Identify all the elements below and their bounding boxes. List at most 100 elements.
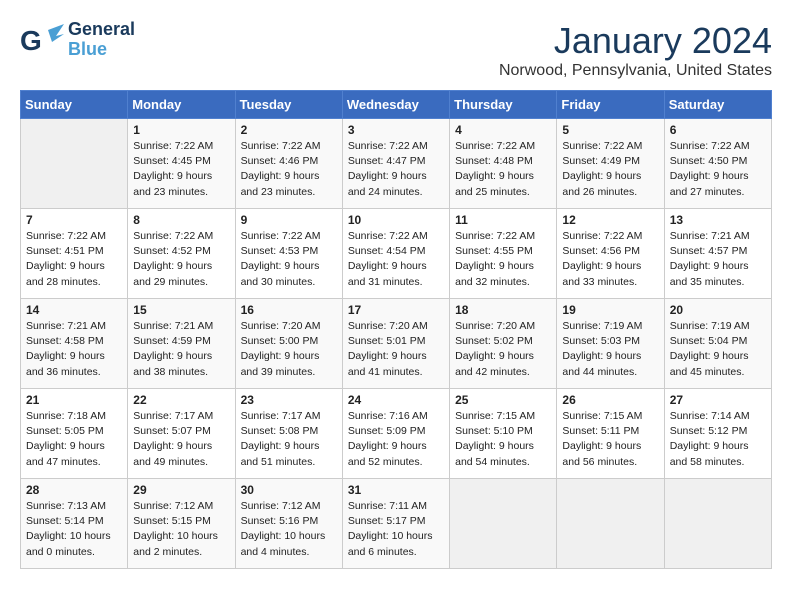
- day-info: Sunrise: 7:22 AM Sunset: 4:53 PM Dayligh…: [241, 229, 337, 290]
- calendar-cell: 28 Sunrise: 7:13 AM Sunset: 5:14 PM Dayli…: [21, 479, 128, 569]
- day-info: Sunrise: 7:13 AM Sunset: 5:14 PM Dayligh…: [26, 499, 122, 560]
- calendar-cell: 27 Sunrise: 7:14 AM Sunset: 5:12 PM Dayli…: [664, 389, 771, 479]
- calendar-cell: 30 Sunrise: 7:12 AM Sunset: 5:16 PM Dayli…: [235, 479, 342, 569]
- weekday-header-wednesday: Wednesday: [342, 91, 449, 119]
- calendar-header: SundayMondayTuesdayWednesdayThursdayFrid…: [21, 91, 772, 119]
- day-number: 3: [348, 123, 444, 137]
- calendar-cell: 4 Sunrise: 7:22 AM Sunset: 4:48 PM Daylig…: [450, 119, 557, 209]
- day-info: Sunrise: 7:21 AM Sunset: 4:58 PM Dayligh…: [26, 319, 122, 380]
- calendar-cell: 17 Sunrise: 7:20 AM Sunset: 5:01 PM Dayli…: [342, 299, 449, 389]
- day-number: 28: [26, 483, 122, 497]
- day-info: Sunrise: 7:15 AM Sunset: 5:10 PM Dayligh…: [455, 409, 551, 470]
- calendar-cell: 1 Sunrise: 7:22 AM Sunset: 4:45 PM Daylig…: [128, 119, 235, 209]
- day-number: 18: [455, 303, 551, 317]
- day-info: Sunrise: 7:22 AM Sunset: 4:47 PM Dayligh…: [348, 139, 444, 200]
- day-info: Sunrise: 7:22 AM Sunset: 4:50 PM Dayligh…: [670, 139, 766, 200]
- calendar-cell: 14 Sunrise: 7:21 AM Sunset: 4:58 PM Dayli…: [21, 299, 128, 389]
- weekday-header-friday: Friday: [557, 91, 664, 119]
- day-info: Sunrise: 7:11 AM Sunset: 5:17 PM Dayligh…: [348, 499, 444, 560]
- calendar-week-row: 1 Sunrise: 7:22 AM Sunset: 4:45 PM Daylig…: [21, 119, 772, 209]
- calendar-cell: 8Sunrise: 7:22 AM Sunset: 4:52 PM Daylig…: [128, 209, 235, 299]
- day-number: 11: [455, 213, 551, 227]
- day-info: Sunrise: 7:20 AM Sunset: 5:02 PM Dayligh…: [455, 319, 551, 380]
- calendar-cell: [450, 479, 557, 569]
- calendar-cell: 3 Sunrise: 7:22 AM Sunset: 4:47 PM Daylig…: [342, 119, 449, 209]
- calendar-cell: 21Sunrise: 7:18 AM Sunset: 5:05 PM Dayli…: [21, 389, 128, 479]
- day-info: Sunrise: 7:20 AM Sunset: 5:00 PM Dayligh…: [241, 319, 337, 380]
- calendar-cell: 6 Sunrise: 7:22 AM Sunset: 4:50 PM Daylig…: [664, 119, 771, 209]
- weekday-header-tuesday: Tuesday: [235, 91, 342, 119]
- day-info: Sunrise: 7:14 AM Sunset: 5:12 PM Dayligh…: [670, 409, 766, 470]
- title-block: January 2024 Norwood, Pennsylvania, Unit…: [499, 20, 772, 80]
- day-number: 5: [562, 123, 658, 137]
- day-info: Sunrise: 7:12 AM Sunset: 5:15 PM Dayligh…: [133, 499, 229, 560]
- page-header: G General Blue January 2024 Norwood, Pen…: [20, 20, 772, 80]
- day-info: Sunrise: 7:22 AM Sunset: 4:54 PM Dayligh…: [348, 229, 444, 290]
- calendar-cell: 10Sunrise: 7:22 AM Sunset: 4:54 PM Dayli…: [342, 209, 449, 299]
- day-number: 17: [348, 303, 444, 317]
- day-info: Sunrise: 7:21 AM Sunset: 4:59 PM Dayligh…: [133, 319, 229, 380]
- day-number: 26: [562, 393, 658, 407]
- calendar-cell: 19Sunrise: 7:19 AM Sunset: 5:03 PM Dayli…: [557, 299, 664, 389]
- calendar-cell: [664, 479, 771, 569]
- calendar-cell: 9 Sunrise: 7:22 AM Sunset: 4:53 PM Daylig…: [235, 209, 342, 299]
- day-info: Sunrise: 7:22 AM Sunset: 4:56 PM Dayligh…: [562, 229, 658, 290]
- day-number: 22: [133, 393, 229, 407]
- day-info: Sunrise: 7:18 AM Sunset: 5:05 PM Dayligh…: [26, 409, 122, 470]
- day-number: 2: [241, 123, 337, 137]
- day-info: Sunrise: 7:22 AM Sunset: 4:48 PM Dayligh…: [455, 139, 551, 200]
- day-info: Sunrise: 7:20 AM Sunset: 5:01 PM Dayligh…: [348, 319, 444, 380]
- day-number: 27: [670, 393, 766, 407]
- day-info: Sunrise: 7:12 AM Sunset: 5:16 PM Dayligh…: [241, 499, 337, 560]
- day-number: 16: [241, 303, 337, 317]
- calendar-cell: 23Sunrise: 7:17 AM Sunset: 5:08 PM Dayli…: [235, 389, 342, 479]
- day-info: Sunrise: 7:22 AM Sunset: 4:45 PM Dayligh…: [133, 139, 229, 200]
- calendar-week-row: 7Sunrise: 7:22 AM Sunset: 4:51 PM Daylig…: [21, 209, 772, 299]
- day-number: 14: [26, 303, 122, 317]
- day-info: Sunrise: 7:17 AM Sunset: 5:08 PM Dayligh…: [241, 409, 337, 470]
- day-info: Sunrise: 7:21 AM Sunset: 4:57 PM Dayligh…: [670, 229, 766, 290]
- day-number: 15: [133, 303, 229, 317]
- weekday-header-thursday: Thursday: [450, 91, 557, 119]
- weekday-header-sunday: Sunday: [21, 91, 128, 119]
- calendar-body: 1 Sunrise: 7:22 AM Sunset: 4:45 PM Daylig…: [21, 119, 772, 569]
- day-number: 24: [348, 393, 444, 407]
- day-number: 20: [670, 303, 766, 317]
- day-info: Sunrise: 7:22 AM Sunset: 4:49 PM Dayligh…: [562, 139, 658, 200]
- calendar-cell: 12Sunrise: 7:22 AM Sunset: 4:56 PM Dayli…: [557, 209, 664, 299]
- calendar-cell: 16 Sunrise: 7:20 AM Sunset: 5:00 PM Dayli…: [235, 299, 342, 389]
- calendar-cell: 26 Sunrise: 7:15 AM Sunset: 5:11 PM Dayli…: [557, 389, 664, 479]
- weekday-header-monday: Monday: [128, 91, 235, 119]
- logo: G General Blue: [20, 20, 135, 60]
- day-number: 9: [241, 213, 337, 227]
- day-number: 4: [455, 123, 551, 137]
- calendar-cell: 5 Sunrise: 7:22 AM Sunset: 4:49 PM Daylig…: [557, 119, 664, 209]
- day-info: Sunrise: 7:16 AM Sunset: 5:09 PM Dayligh…: [348, 409, 444, 470]
- day-info: Sunrise: 7:19 AM Sunset: 5:04 PM Dayligh…: [670, 319, 766, 380]
- svg-text:G: G: [20, 25, 42, 56]
- calendar-cell: 22 Sunrise: 7:17 AM Sunset: 5:07 PM Dayli…: [128, 389, 235, 479]
- calendar-cell: 2Sunrise: 7:22 AM Sunset: 4:46 PM Daylig…: [235, 119, 342, 209]
- day-number: 6: [670, 123, 766, 137]
- location: Norwood, Pennsylvania, United States: [499, 62, 772, 80]
- calendar-cell: 13 Sunrise: 7:21 AM Sunset: 4:57 PM Dayli…: [664, 209, 771, 299]
- day-info: Sunrise: 7:22 AM Sunset: 4:52 PM Dayligh…: [133, 229, 229, 290]
- day-number: 30: [241, 483, 337, 497]
- day-number: 29: [133, 483, 229, 497]
- calendar-cell: [21, 119, 128, 209]
- day-info: Sunrise: 7:22 AM Sunset: 4:55 PM Dayligh…: [455, 229, 551, 290]
- day-number: 1: [133, 123, 229, 137]
- day-info: Sunrise: 7:15 AM Sunset: 5:11 PM Dayligh…: [562, 409, 658, 470]
- calendar-week-row: 28 Sunrise: 7:13 AM Sunset: 5:14 PM Dayli…: [21, 479, 772, 569]
- month-title: January 2024: [499, 20, 772, 62]
- day-info: Sunrise: 7:22 AM Sunset: 4:51 PM Dayligh…: [26, 229, 122, 290]
- weekday-header-row: SundayMondayTuesdayWednesdayThursdayFrid…: [21, 91, 772, 119]
- day-info: Sunrise: 7:17 AM Sunset: 5:07 PM Dayligh…: [133, 409, 229, 470]
- calendar-cell: 7Sunrise: 7:22 AM Sunset: 4:51 PM Daylig…: [21, 209, 128, 299]
- day-number: 13: [670, 213, 766, 227]
- logo-general: General: [68, 20, 135, 40]
- calendar-cell: 18 Sunrise: 7:20 AM Sunset: 5:02 PM Dayli…: [450, 299, 557, 389]
- calendar-cell: [557, 479, 664, 569]
- day-number: 25: [455, 393, 551, 407]
- calendar-cell: 25 Sunrise: 7:15 AM Sunset: 5:10 PM Dayli…: [450, 389, 557, 479]
